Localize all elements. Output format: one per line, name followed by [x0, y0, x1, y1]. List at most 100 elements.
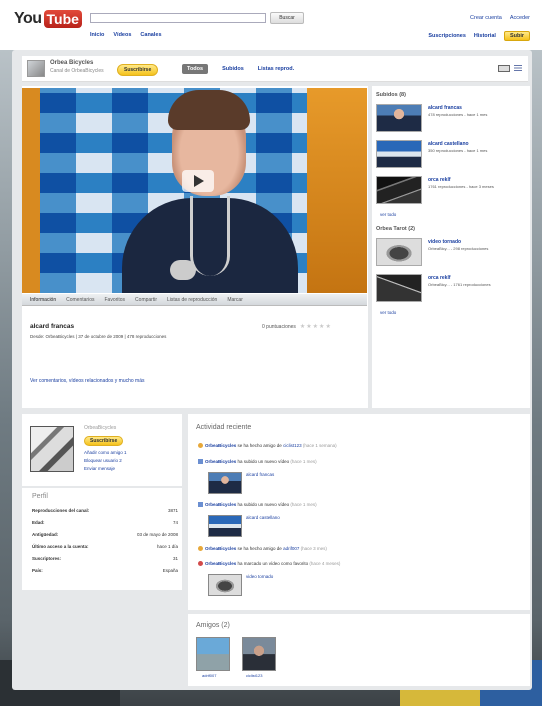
friend-avatar[interactable]	[242, 637, 276, 671]
block-user-link[interactable]: Bloquear usuario 2	[84, 458, 122, 463]
activity-user[interactable]: OrbeaBicycles	[205, 546, 236, 551]
profile-value: 74	[172, 520, 178, 525]
sidebar-video-title[interactable]: alcard francas	[428, 105, 462, 111]
profile-row: Edad: 74	[32, 520, 178, 528]
profile-key: Último acceso a la cuenta:	[32, 544, 89, 549]
activity-video-title[interactable]: alcard castellano	[246, 515, 280, 520]
video-thumbnail[interactable]	[376, 140, 422, 168]
activity-text: se ha hecho amigo de	[236, 546, 284, 551]
masthead: You Tube Buscar Inicio Vídeos Canales Cr…	[0, 0, 542, 48]
grid-view-icon[interactable]	[498, 65, 510, 72]
profile-key: País:	[32, 568, 43, 573]
play-icon[interactable]	[182, 170, 214, 192]
about-channel-name: OrbeaBicycles	[84, 425, 117, 431]
tab-share[interactable]: Compartir	[135, 297, 157, 303]
youtube-logo[interactable]: You Tube	[14, 10, 82, 28]
nav-channels[interactable]: Canales	[140, 32, 161, 38]
profile-key: Reproducciones del canal:	[32, 508, 90, 513]
sidebar-video-item[interactable]: alcard castellano 350 reproducciones - h…	[376, 140, 526, 170]
tab-comments[interactable]: Comentarios	[66, 297, 94, 303]
activity-text: ha subido un nuevo vídeo	[236, 459, 291, 464]
activity-time: (hace 4 meses)	[309, 561, 341, 566]
list-view-icon[interactable]	[514, 65, 522, 72]
tab-playlists[interactable]: Listas reprod.	[258, 66, 294, 72]
video-player[interactable]	[22, 88, 367, 293]
activity-video-title[interactable]: alcard francas	[246, 472, 274, 477]
tab-flag[interactable]: Marcar	[227, 297, 243, 303]
sidebar-video-meta: OrbeaBicy... - 1761 reproducciones	[428, 282, 491, 287]
add-friend-link[interactable]: Añadir como amigo 1	[84, 450, 127, 455]
friend-name[interactable]: ciclist123	[246, 673, 262, 678]
video-person-hair	[168, 90, 250, 130]
channel-subtitle: Canal de OrbeaBicycles	[50, 68, 104, 74]
rating-stars-icon[interactable]: ★★★★★	[300, 323, 332, 330]
activity-item: OrbeaBicycles ha subido un nuevo vídeo (…	[198, 502, 317, 508]
sidebar-video-title[interactable]: orca reklf	[428, 177, 451, 183]
history-link[interactable]: Historial	[474, 33, 496, 39]
friend-name[interactable]: adrif007	[202, 673, 216, 678]
activity-user[interactable]: OrbeaBicycles	[205, 459, 236, 464]
sidebar-video-item[interactable]: video tornado OrbeaBicy... - 298 reprodu…	[376, 238, 526, 268]
profile-value: 31	[172, 556, 178, 561]
activity-video-thumbnail[interactable]	[208, 472, 242, 494]
activity-time: (hace 3 mes)	[300, 546, 327, 551]
search-input[interactable]	[90, 13, 266, 23]
profile-value: 03 de mayo de 2008	[136, 532, 178, 537]
activity-video-thumbnail[interactable]	[208, 574, 242, 596]
activity-video-title[interactable]: video tornado	[246, 574, 273, 579]
profile-row: Reproducciones del canal: 3871	[32, 508, 178, 516]
activity-target[interactable]: ciclist123	[283, 443, 302, 448]
video-title: alcard francas	[30, 323, 75, 330]
subscriptions-link[interactable]: Suscripciones	[428, 33, 466, 39]
profile-row: Suscriptores: 31	[32, 556, 178, 564]
nav-home[interactable]: Inicio	[90, 32, 104, 38]
sidebar-video-item[interactable]: alcard francas 478 reproducciones - hace…	[376, 104, 526, 134]
channel-avatar[interactable]	[27, 60, 45, 77]
nav-videos[interactable]: Vídeos	[113, 32, 131, 38]
upload-button[interactable]: Subir	[503, 31, 530, 41]
sidebar-video-title[interactable]: alcard castellano	[428, 141, 469, 147]
profile-row: Último acceso a la cuenta: hace 1 día	[32, 544, 178, 552]
profile-key: Edad:	[32, 520, 45, 525]
video-frame-left	[22, 88, 40, 293]
video-more-link[interactable]: Ver comentarios, vídeos relacionados y m…	[30, 378, 145, 384]
friend-avatar[interactable]	[196, 637, 230, 671]
tab-info[interactable]: Información	[30, 297, 56, 303]
activity-user[interactable]: OrbeaBicycles	[205, 443, 236, 448]
sidebar-video-title[interactable]: video tornado	[428, 239, 461, 245]
video-thumbnail[interactable]	[376, 238, 422, 266]
tab-favorites[interactable]: Favoritos	[104, 297, 125, 303]
logo-tube: Tube	[43, 10, 82, 28]
sidebar-video-title[interactable]: orca reklf	[428, 275, 451, 281]
activity-video-thumbnail[interactable]	[208, 515, 242, 537]
view-toggle	[498, 65, 522, 72]
video-thumbnail[interactable]	[376, 176, 422, 204]
activity-item: OrbeaBicycles se ha hecho amigo de cicli…	[198, 443, 337, 449]
activity-user[interactable]: OrbeaBicycles	[205, 502, 236, 507]
activity-target[interactable]: adrif007	[283, 546, 299, 551]
activity-user[interactable]: OrbeaBicycles	[205, 561, 236, 566]
channel-avatar-large[interactable]	[30, 426, 74, 472]
sidebar-video-item[interactable]: orca reklf 1761 reproducciones - hace 3 …	[376, 176, 526, 206]
sidebar-video-meta: 1761 reproducciones - hace 3 meses	[428, 184, 494, 189]
activity-header: Actividad reciente	[196, 424, 252, 431]
sign-in-link[interactable]: Acceder	[510, 15, 530, 21]
create-account-link[interactable]: Crear cuenta	[470, 15, 502, 21]
video-thumbnail[interactable]	[376, 104, 422, 132]
sidebar-video-item[interactable]: orca reklf OrbeaBicy... - 1761 reproducc…	[376, 274, 526, 304]
friends-box	[188, 614, 530, 686]
subscribe-button[interactable]: Suscribirse	[117, 64, 159, 76]
tab-playlists-add[interactable]: Listas de reproducción	[167, 297, 217, 303]
search-button[interactable]: Buscar	[270, 12, 304, 24]
send-message-link[interactable]: Enviar mensaje	[84, 466, 115, 471]
video-thumbnail[interactable]	[376, 274, 422, 302]
uploads-see-all-link[interactable]: ver todo	[380, 212, 396, 217]
favorites-see-all-link[interactable]: ver todo	[380, 310, 396, 315]
profile-value: 3871	[167, 508, 178, 513]
tab-all[interactable]: Todos	[182, 64, 209, 74]
tab-uploads[interactable]: Subidos	[222, 66, 244, 72]
top-nav: Inicio Vídeos Canales	[90, 32, 162, 38]
friend-icon	[198, 443, 203, 449]
about-subscribe-button[interactable]: Suscribirse	[84, 436, 124, 446]
upload-icon	[198, 502, 203, 508]
